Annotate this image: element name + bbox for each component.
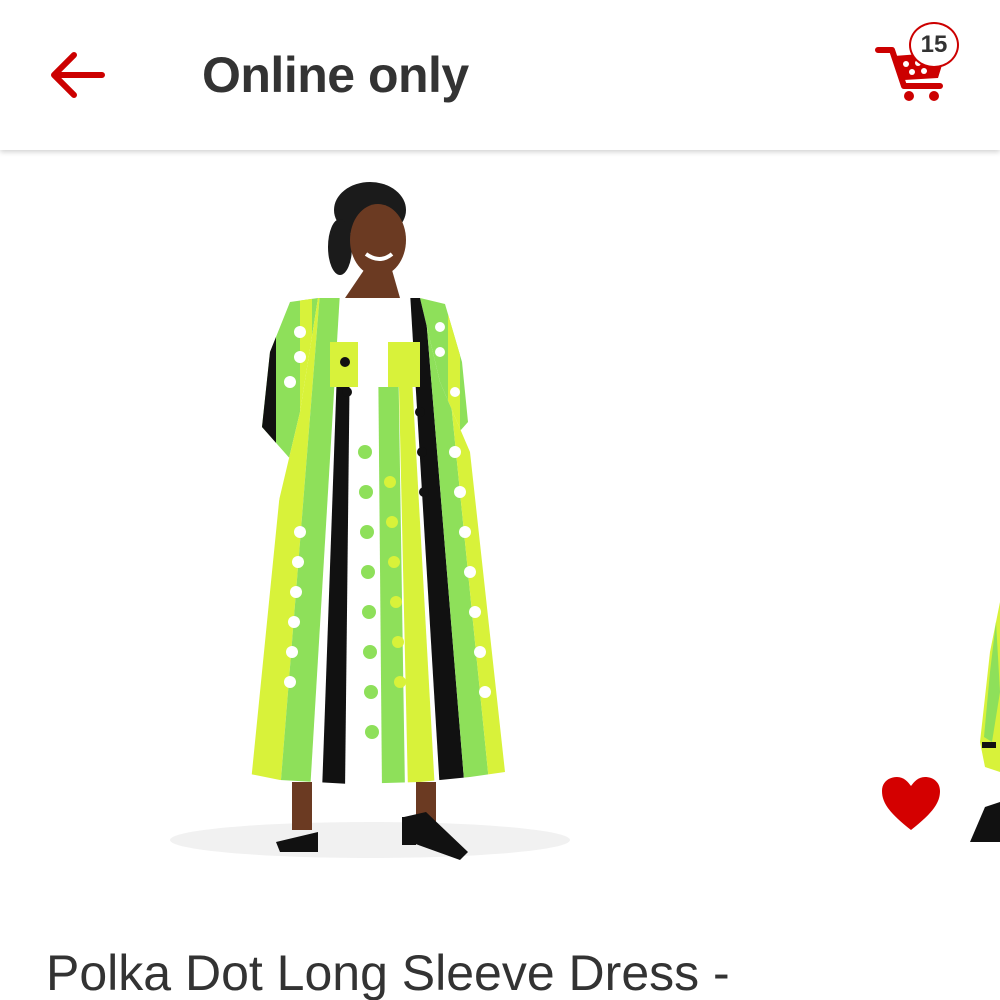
product-image-carousel[interactable] [0, 152, 1000, 912]
product-photo [170, 182, 1000, 860]
top-app-bar: Online only 15 [0, 0, 1000, 150]
arrow-left-icon [51, 52, 105, 98]
favorite-button[interactable] [878, 774, 944, 834]
cart-count-badge: 15 [909, 22, 959, 68]
product-title: Polka Dot Long Sleeve Dress - [46, 945, 730, 1000]
heart-icon [882, 777, 940, 830]
page-title: Online only [202, 47, 469, 103]
back-button[interactable] [48, 48, 108, 102]
